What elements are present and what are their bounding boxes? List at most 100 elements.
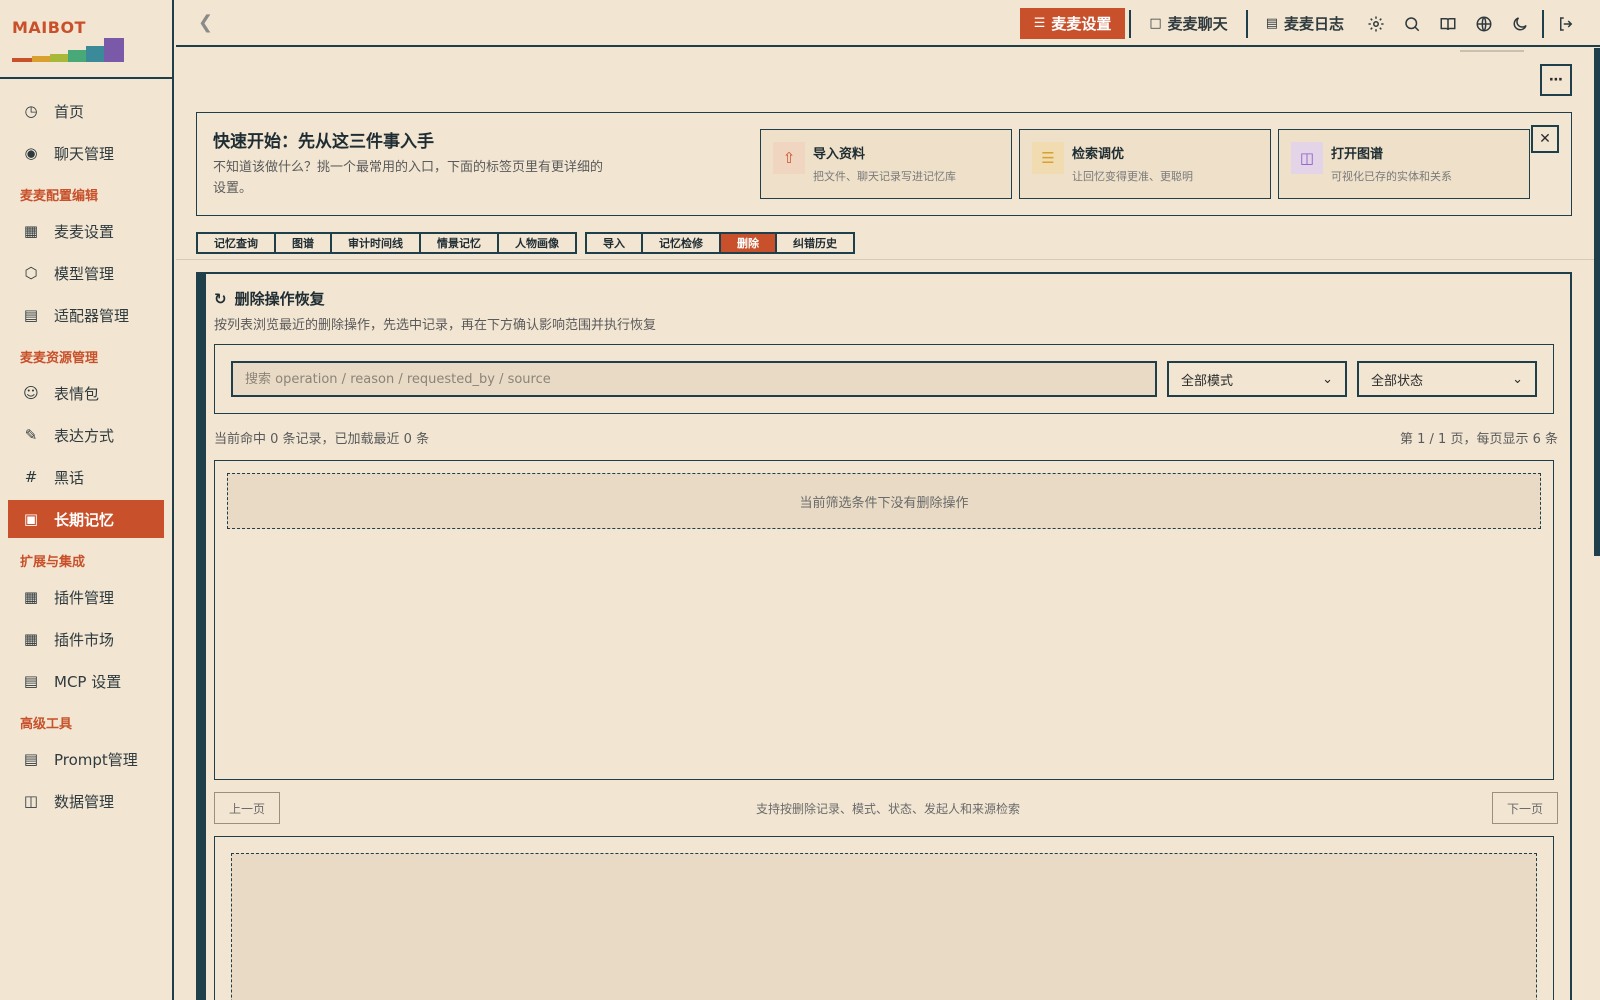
sidebar-item-label: MCP 设置 <box>54 672 122 691</box>
tab[interactable]: 记忆检修 <box>643 234 721 252</box>
sidebar-section-label: 扩展与集成 <box>20 554 86 570</box>
tab[interactable]: 删除 <box>721 234 777 252</box>
panel-title: ↻ 删除操作恢复 <box>214 288 325 309</box>
gear-icon[interactable] <box>1358 8 1394 39</box>
more-options-icon[interactable]: ⋯ <box>1540 64 1572 96</box>
mode-select-value: 全部模式 <box>1181 373 1234 389</box>
sidebar-item[interactable]: ☺ 表情包 <box>8 374 164 412</box>
divider <box>1245 9 1248 38</box>
plugin-grid-icon: ▦ <box>23 588 39 606</box>
top-button-chat[interactable]: □ 麦麦聊天 <box>1135 8 1241 39</box>
store-icon: ▦ <box>23 630 39 648</box>
chevron-down-icon: ⌄ <box>1512 371 1523 387</box>
moon-icon[interactable] <box>1502 8 1538 39</box>
tab[interactable]: 人物画像 <box>499 234 575 252</box>
divider <box>1129 9 1132 38</box>
quick-start-desc: 不知道该做什么？挑一个最常用的入口，下面的标签页里有更详细的设置。 <box>213 160 604 196</box>
page-info: 第 1 / 1 页，每页显示 6 条 <box>1400 432 1558 447</box>
pager-hint: 支持按删除记录、模式、状态、发起人和来源检索 <box>755 802 1020 816</box>
sidebar-item[interactable]: # 黑话 <box>8 458 164 496</box>
sidebar-item[interactable]: ▤ Prompt管理 <box>8 740 164 778</box>
sidebar-section-label: 高级工具 <box>20 716 73 732</box>
sidebar-item[interactable]: ▤ MCP 设置 <box>8 662 164 700</box>
filter-box: 全部模式 ⌄ 全部状态 ⌄ <box>214 344 1554 414</box>
logout-icon[interactable] <box>1548 8 1584 39</box>
file-icon: ▤ <box>1265 16 1278 31</box>
sidebar-item[interactable]: ▤ 适配器管理 <box>8 296 164 334</box>
top-bar: ❮ ☰ 麦麦设置 □ 麦麦聊天 ▤ 麦麦日志 <box>176 0 1600 52</box>
delete-operation-list: 当前筛选条件下没有删除操作 <box>214 460 1554 780</box>
restore-detail-placeholder <box>231 853 1537 1000</box>
tab[interactable]: 图谱 <box>276 234 332 252</box>
restore-detail-box <box>214 836 1554 1000</box>
logo-area: MAIBOT <box>0 0 172 79</box>
top-actions: ☰ 麦麦设置 □ 麦麦聊天 ▤ 麦麦日志 <box>1019 8 1584 39</box>
top-button-logs[interactable]: ▤ 麦麦日志 <box>1252 8 1358 39</box>
quick-card-graph[interactable]: ◫ 打开图谱 可视化已存的实体和关系 <box>1278 129 1530 199</box>
record-count: 当前命中 0 条记录，已加载最近 0 条 <box>214 432 430 447</box>
tab[interactable]: 记忆查询 <box>198 234 276 252</box>
memory-icon: ▣ <box>23 510 39 528</box>
next-page-button[interactable]: 下一页 <box>1491 792 1558 824</box>
top-button-settings[interactable]: ☰ 麦麦设置 <box>1019 8 1126 39</box>
quick-card-tune[interactable]: ☰ 检索调优 让回忆变得更准、更聪明 <box>1019 129 1271 199</box>
sidebar-item-label: 模型管理 <box>54 264 115 283</box>
quick-card-title: 检索调优 <box>1072 147 1125 162</box>
tab[interactable]: 审计时间线 <box>332 234 421 252</box>
dashboard-icon: ◷ <box>24 102 38 120</box>
sidebar-item[interactable]: ✎ 表达方式 <box>8 416 164 454</box>
sidebar-item[interactable]: ◫ 数据管理 <box>8 782 164 820</box>
restore-icon: ↻ <box>214 289 227 308</box>
quick-card-title: 导入资料 <box>813 147 866 162</box>
prev-page-button[interactable]: 上一页 <box>214 792 281 824</box>
memory-tabs: 记忆查询 图谱 审计时间线 情景记忆 人物画像 导入 记忆检修 删除 纠错历史 <box>196 232 863 254</box>
quick-card-import[interactable]: ⇧ 导入资料 把文件、聊天记录写进记忆库 <box>760 129 1012 199</box>
book-icon[interactable] <box>1430 8 1466 39</box>
sidebar-item-label: Prompt管理 <box>54 750 138 769</box>
top-button-label: 麦麦日志 <box>1283 15 1344 33</box>
sidebar-item[interactable]: ◷ 首页 <box>8 92 164 130</box>
smile-icon: ☺ <box>23 384 39 402</box>
sidebar-section-label: 麦麦资源管理 <box>20 350 99 366</box>
quick-card-desc: 把文件、聊天记录写进记忆库 <box>813 170 956 183</box>
sidebar-item[interactable]: ◉ 聊天管理 <box>8 134 164 172</box>
sidebar-item[interactable]: ▦ 麦麦设置 <box>8 212 164 250</box>
tab[interactable]: 导入 <box>587 234 643 252</box>
sidebar-nav: ◷ 首页 ◉ 聊天管理 麦麦配置编辑 ▦ 麦麦设置 ⬡ 模型管理 ▤ 适配器管理 麦麦资源管理 ☺ 表情包… <box>0 92 172 824</box>
empty-state: 当前筛选条件下没有删除操作 <box>227 473 1541 529</box>
database-icon: ◫ <box>1291 142 1323 174</box>
sidebar-item-label: 数据管理 <box>54 792 115 811</box>
chevron-down-icon: ⌄ <box>1322 371 1333 387</box>
sidebar-item-label: 聊天管理 <box>54 144 115 163</box>
mode-select[interactable]: 全部模式 ⌄ <box>1167 361 1347 397</box>
status-select[interactable]: 全部状态 ⌄ <box>1357 361 1537 397</box>
prompt-icon: ▤ <box>23 750 39 768</box>
database-icon: ◫ <box>23 792 39 810</box>
panel-title-text: 删除操作恢复 <box>234 290 325 308</box>
cube-icon: ⬡ <box>24 264 38 282</box>
divider <box>176 259 1600 260</box>
top-underline <box>1460 50 1524 52</box>
tab[interactable]: 纠错历史 <box>777 234 853 252</box>
upload-icon: ⇧ <box>773 142 805 174</box>
tab-group-primary: 记忆查询 图谱 审计时间线 情景记忆 人物画像 <box>196 232 577 254</box>
settings-grid-icon: ▦ <box>23 222 39 240</box>
sidebar: MAIBOT ◷ 首页 ◉ 聊天管理 麦麦配置编辑 ▦ 麦麦设置 ⬡ 模型管理 ▤ 适配器管理 麦麦资… <box>0 0 174 1000</box>
close-icon[interactable]: ✕ <box>1531 125 1559 153</box>
search-icon[interactable] <box>1394 8 1430 39</box>
tab[interactable]: 情景记忆 <box>421 234 499 252</box>
sidebar-item-label: 表达方式 <box>54 426 115 445</box>
globe-icon[interactable] <box>1466 8 1502 39</box>
sliders-icon: ☰ <box>1033 16 1046 31</box>
sidebar-item[interactable]: ▦ 插件市场 <box>8 620 164 658</box>
hash-icon: # <box>24 468 38 486</box>
sidebar-item[interactable]: ⬡ 模型管理 <box>8 254 164 292</box>
sidebar-item[interactable]: ▦ 插件管理 <box>8 578 164 616</box>
search-input[interactable] <box>231 361 1157 397</box>
back-chevron-icon[interactable]: ❮ <box>198 12 213 33</box>
scrollbar[interactable] <box>1594 48 1600 556</box>
router-icon: ▤ <box>23 672 39 690</box>
sidebar-item-label: 插件市场 <box>54 630 115 649</box>
sidebar-item[interactable]: ▣ 长期记忆 <box>8 500 164 538</box>
router-icon: ▤ <box>23 306 39 324</box>
